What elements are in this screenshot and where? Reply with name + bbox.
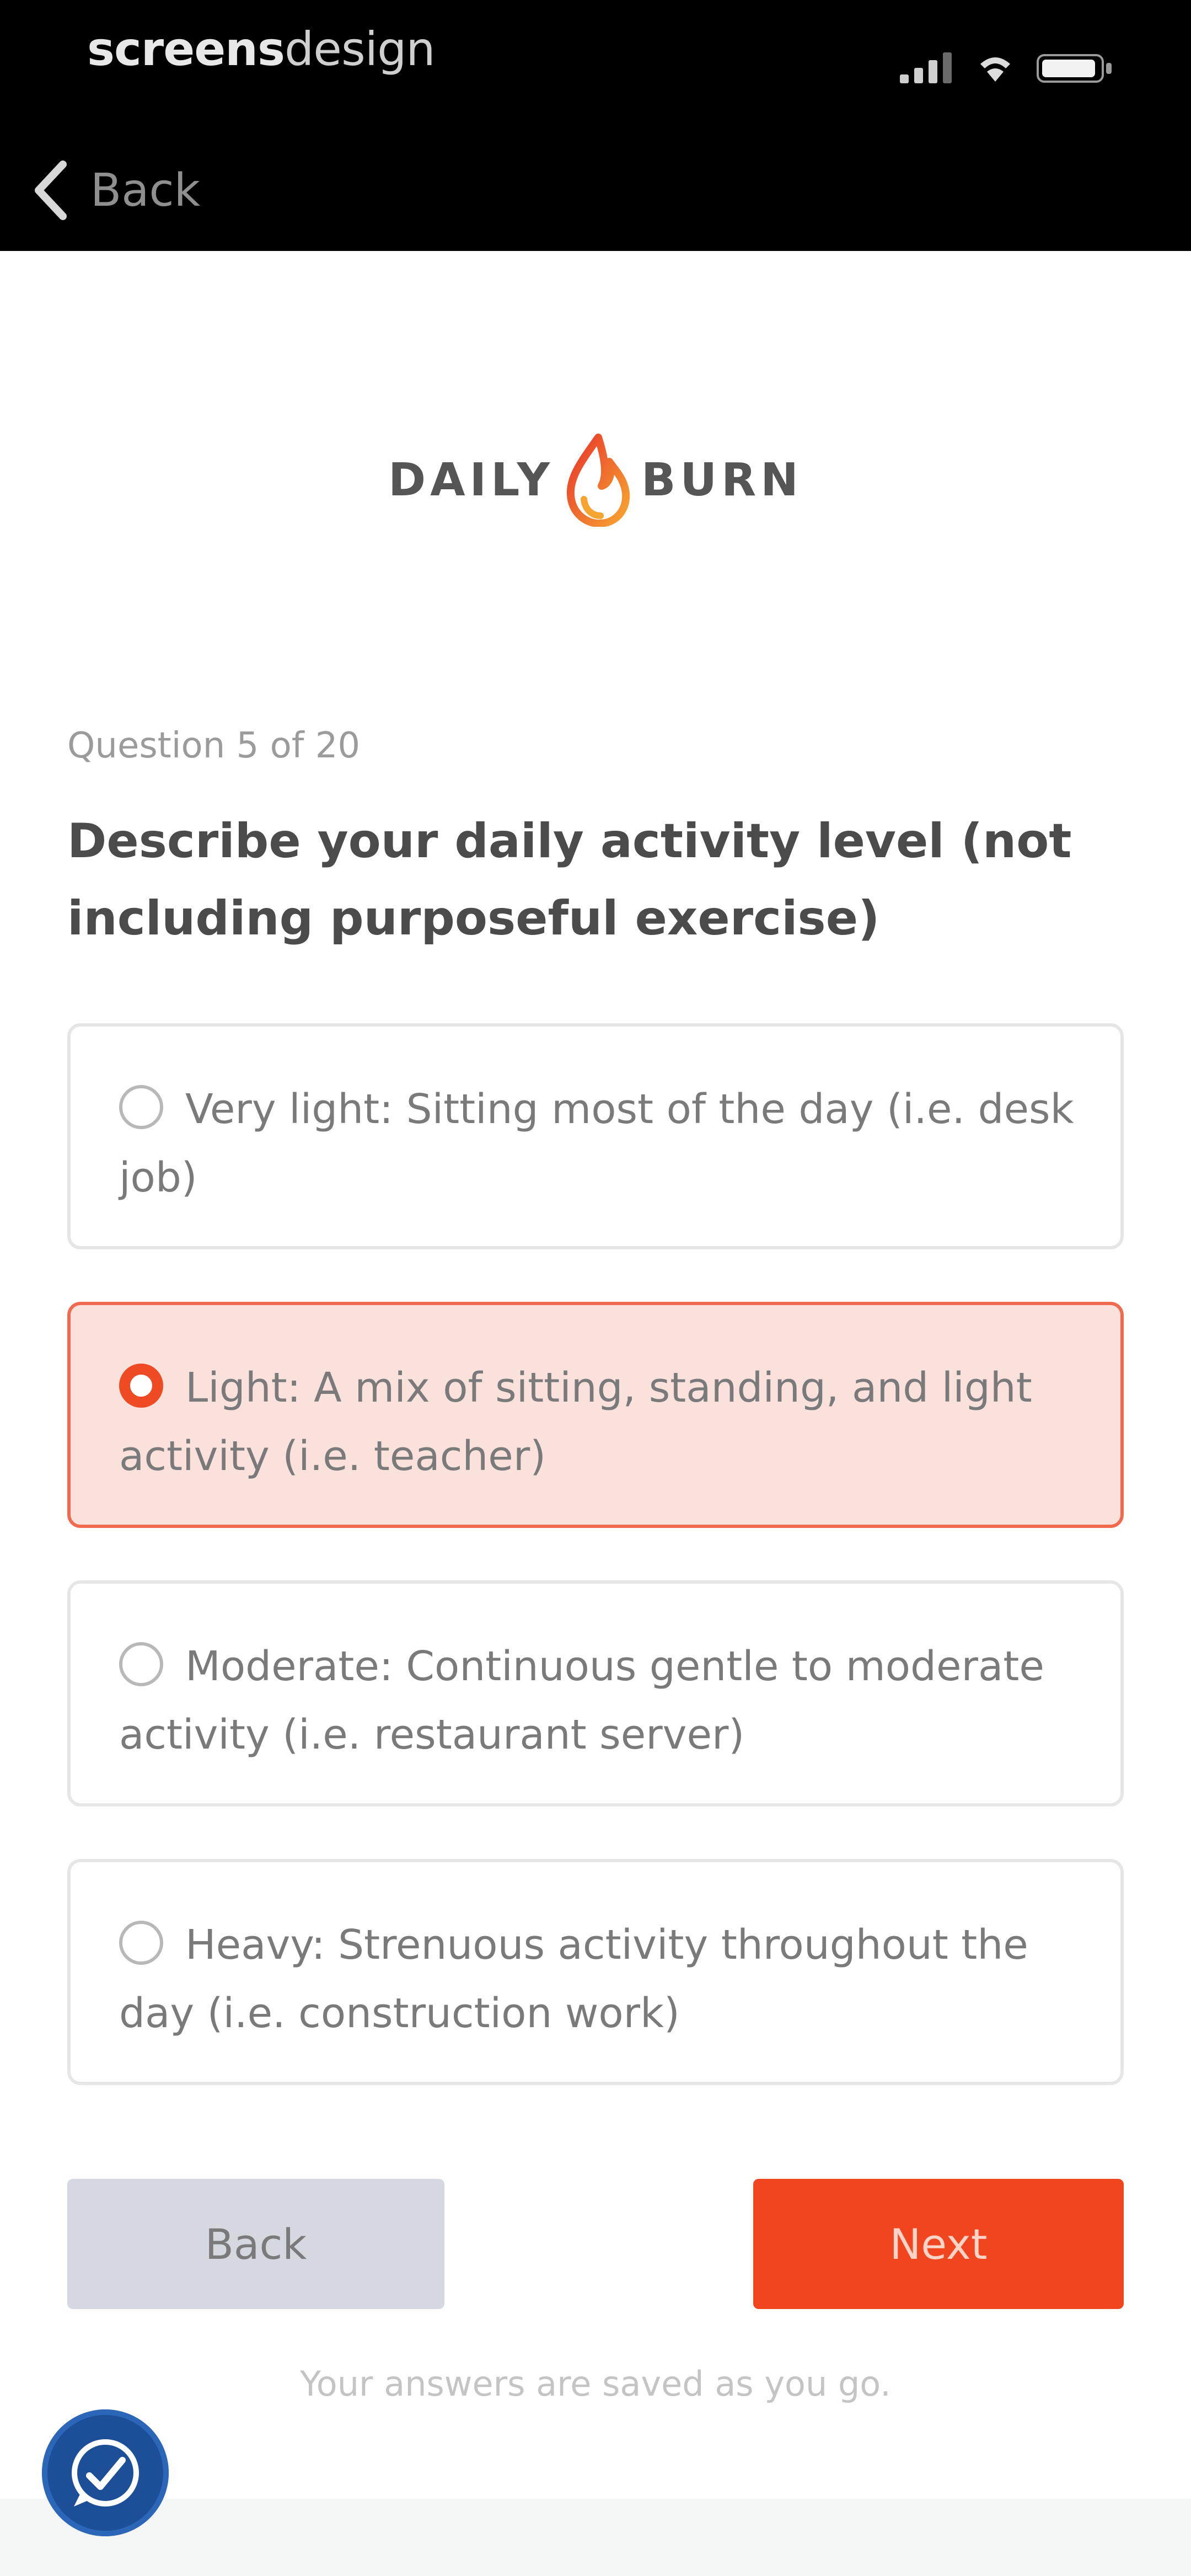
brand-word-left: DAILY [388, 453, 555, 506]
signal-icon [900, 52, 952, 83]
carrier-bold: screens [87, 22, 285, 76]
wifi-icon [980, 57, 1010, 82]
option-light[interactable]: Light: A mix of sitting, standing, and l… [67, 1302, 1124, 1528]
autosave-note: Your answers are saved as you go. [300, 2364, 891, 2404]
brand-logo: DAILY BURN [386, 427, 805, 532]
brand-word-right: BURN [641, 453, 803, 506]
option-label: Very light: Sitting most of the day (i.e… [119, 1086, 1074, 1201]
carrier-label: screensdesign [87, 22, 436, 76]
battery-icon [1037, 54, 1112, 83]
option-very-light[interactable]: Very light: Sitting most of the day (i.e… [67, 1023, 1124, 1249]
help-chat-icon [72, 2439, 139, 2506]
chevron-left-icon [35, 161, 67, 220]
status-bar: screensdesign [0, 0, 1191, 110]
option-moderate[interactable]: Moderate: Continuous gentle to moderate … [67, 1580, 1124, 1807]
help-chat-button[interactable] [42, 2409, 169, 2536]
nav-back-button[interactable]: Back [33, 157, 200, 223]
flame-icon [567, 434, 630, 527]
quiz-content: DAILY BURN Question 5 of 20 Describe you… [0, 251, 1191, 2491]
question-title: Describe your daily activity level (not … [67, 814, 1072, 946]
bottom-strip [0, 2499, 1191, 2576]
nav-bar: Back [0, 110, 1191, 251]
carrier-light: design [284, 22, 436, 76]
option-heavy[interactable]: Heavy: Strenuous activity throughout the… [67, 1859, 1124, 2085]
question-progress: Question 5 of 20 [67, 725, 361, 766]
option-label: Heavy: Strenuous activity throughout the… [119, 1921, 1028, 2037]
option-label: Moderate: Continuous gentle to moderate … [119, 1643, 1044, 1759]
next-button[interactable]: Next [753, 2179, 1124, 2309]
back-button[interactable]: Back [67, 2179, 444, 2309]
option-label: Light: A mix of sitting, standing, and l… [119, 1364, 1032, 1480]
nav-back-label: Back [90, 164, 201, 217]
